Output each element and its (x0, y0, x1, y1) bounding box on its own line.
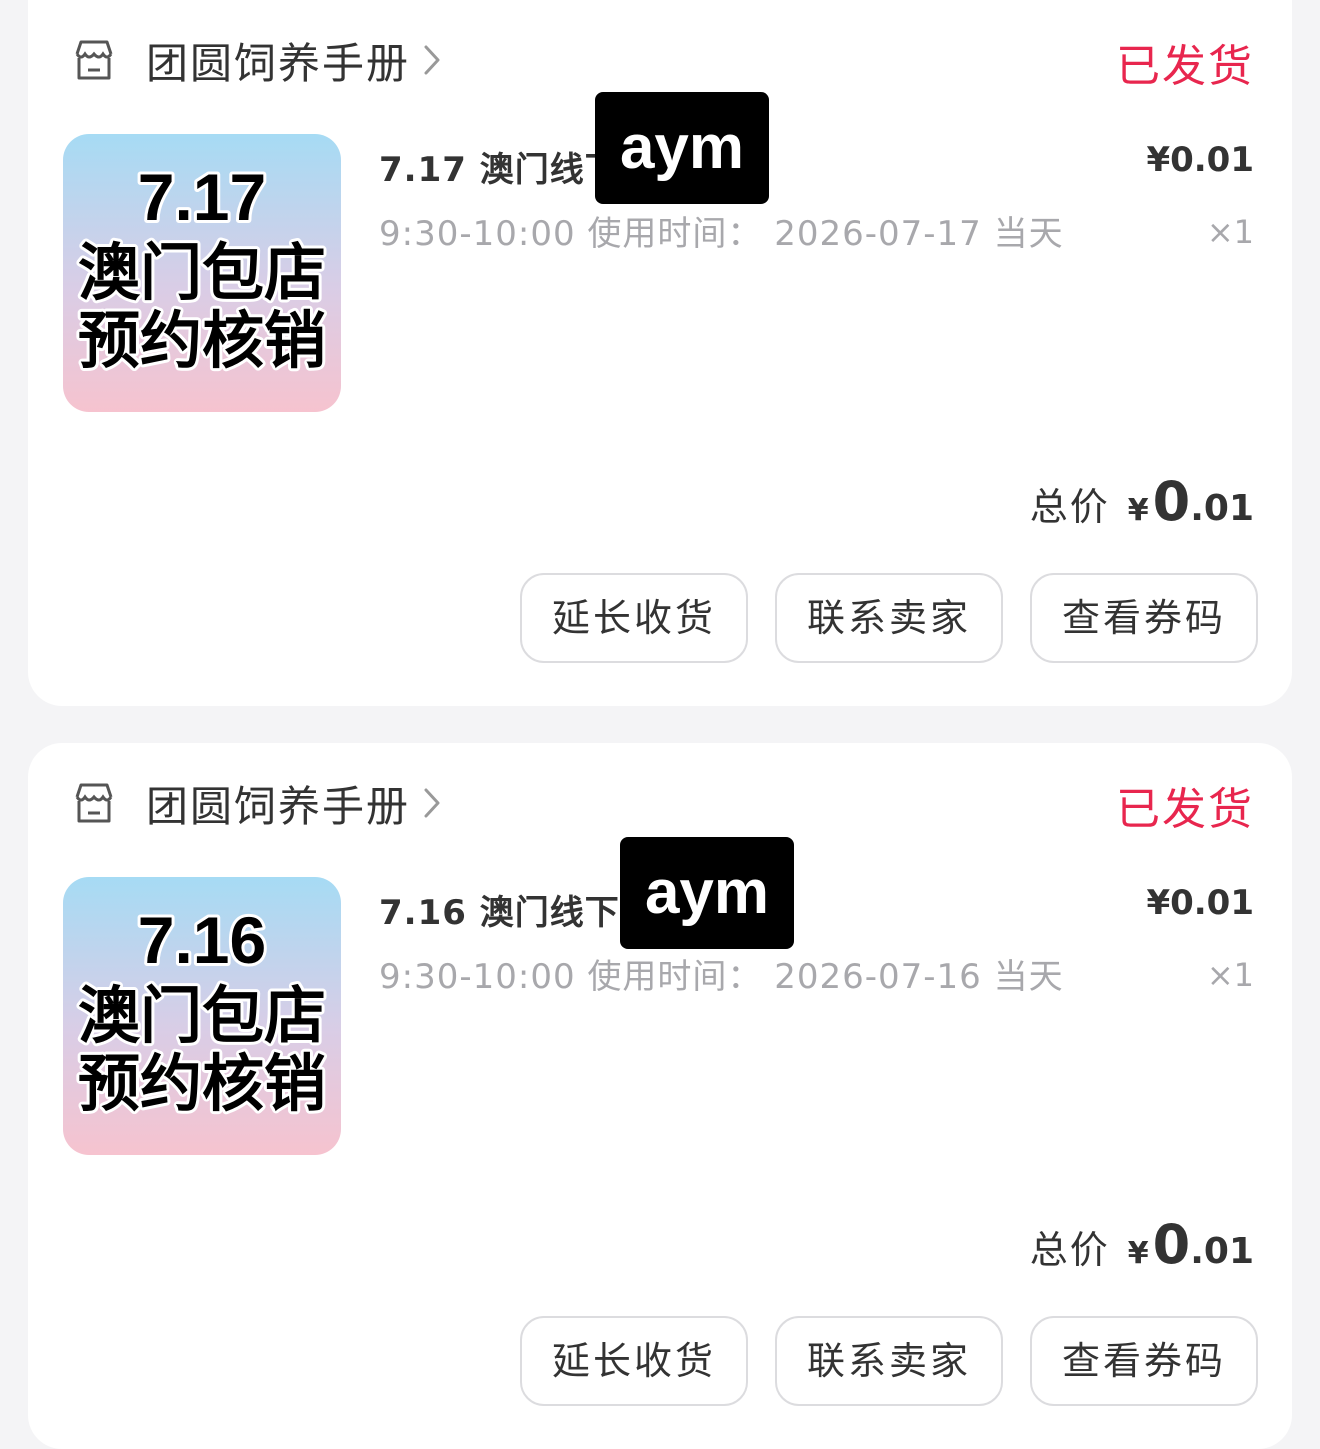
total-decimal: .01 (1190, 488, 1254, 529)
shop-icon (68, 34, 120, 86)
contact-seller-button[interactable]: 联系卖家 (775, 1316, 1003, 1406)
total-label: 总价 (1029, 1228, 1110, 1272)
product-thumbnail[interactable]: 7.17 澳门包店 预约核销 (63, 134, 341, 412)
product-thumbnail[interactable]: 7.16 澳门包店 预约核销 (63, 877, 341, 1155)
quantity: ×1 (1206, 956, 1254, 994)
watermark-overlay: aym (595, 92, 769, 204)
usage-time: 9:30-10:00 使用时间： 2026-07-16 当天 (379, 957, 1064, 997)
total-price: 总价 ¥ 0 .01 (1030, 1213, 1254, 1276)
shop-name: 团圆饲养手册 (146, 38, 411, 88)
total-integer: 0 (1152, 470, 1191, 533)
total-decimal: .01 (1190, 1231, 1254, 1272)
chevron-right-icon (422, 43, 442, 77)
currency-symbol: ¥ (1127, 1236, 1149, 1271)
view-voucher-button[interactable]: 查看券码 (1030, 1316, 1258, 1406)
total-label: 总价 (1029, 485, 1110, 529)
thumb-line-2: 澳门包店 (78, 982, 326, 1051)
product-title[interactable]: 7.16 澳门线下 (379, 885, 620, 934)
order-status: 已发货 (1116, 784, 1254, 835)
unit-price: ¥0.01 (1146, 883, 1254, 923)
extend-receipt-button[interactable]: 延长收货 (520, 573, 748, 663)
view-voucher-button[interactable]: 查看券码 (1030, 573, 1258, 663)
thumb-line-2: 澳门包店 (78, 239, 326, 308)
thumb-date: 7.16 (138, 903, 266, 977)
total-integer: 0 (1152, 1213, 1191, 1276)
shop-link[interactable]: 团圆饲养手册 (68, 30, 442, 90)
unit-price: ¥0.01 (1146, 140, 1254, 180)
product-title[interactable]: 7.17 澳门线下 (379, 142, 620, 191)
order-card: 团圆饲养手册 已发货 7.16 澳门包店 预约核销 7.16 澳门线下 aym … (28, 743, 1292, 1449)
shop-link[interactable]: 团圆饲养手册 (68, 773, 442, 833)
quantity: ×1 (1206, 213, 1254, 251)
usage-time: 9:30-10:00 使用时间： 2026-07-17 当天 (379, 214, 1064, 254)
contact-seller-button[interactable]: 联系卖家 (775, 573, 1003, 663)
shop-icon (68, 777, 120, 829)
shop-name: 团圆饲养手册 (146, 781, 411, 831)
order-card: 团圆饲养手册 已发货 7.17 澳门包店 预约核销 7.17 澳门线下 aym … (28, 0, 1292, 706)
total-price: 总价 ¥ 0 .01 (1030, 470, 1254, 533)
thumb-date: 7.17 (138, 160, 266, 234)
chevron-right-icon (422, 786, 442, 820)
currency-symbol: ¥ (1127, 493, 1149, 528)
thumb-line-3: 预约核销 (78, 1050, 326, 1119)
order-status: 已发货 (1116, 41, 1254, 92)
watermark-overlay: aym (620, 837, 794, 949)
extend-receipt-button[interactable]: 延长收货 (520, 1316, 748, 1406)
thumb-line-3: 预约核销 (78, 307, 326, 376)
